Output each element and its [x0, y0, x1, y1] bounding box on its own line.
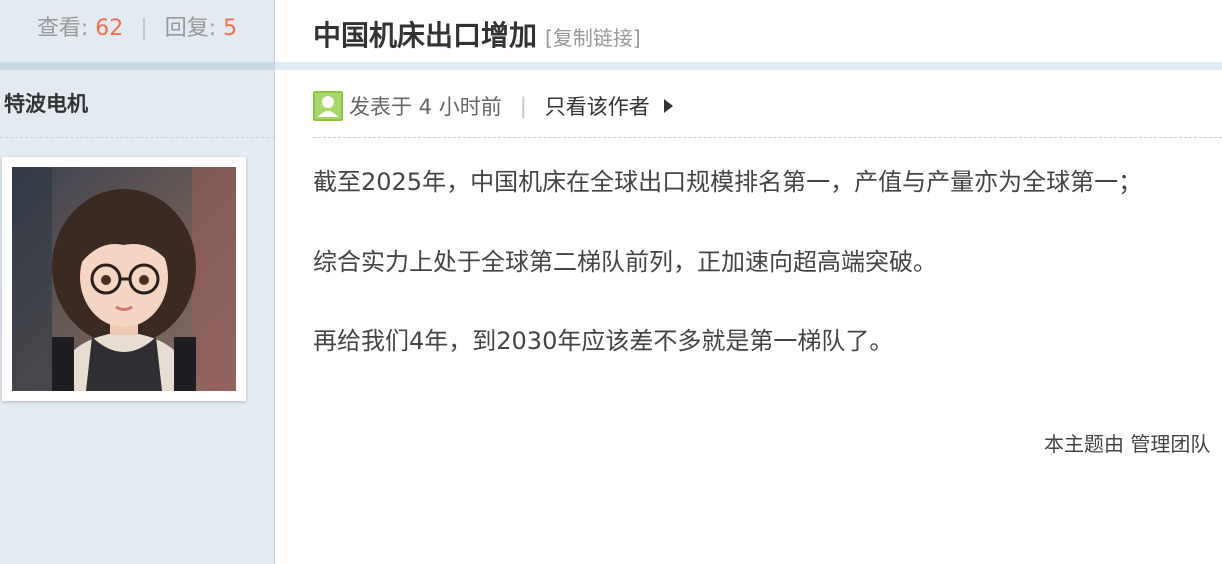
content-divider [313, 137, 1222, 138]
post-paragraph-3: 再给我们4年，到2030年应该差不多就是第一梯队了。 [313, 327, 894, 355]
avatar[interactable] [2, 157, 246, 401]
content-header-bar [275, 62, 1222, 70]
thread-title: 中国机床出口增加 [复制链接] [313, 14, 641, 54]
stats-separator: | [140, 16, 148, 41]
post-time: 发表于 4 小时前 [349, 95, 502, 119]
avatar-image [12, 167, 236, 391]
meta-separator: | [519, 94, 527, 118]
author-name[interactable]: 特波电机 [4, 88, 88, 118]
thread-stats: 查看: 62 | 回复: 5 [0, 0, 274, 62]
copy-link-button[interactable]: [复制链接] [545, 26, 641, 50]
user-icon [313, 91, 343, 121]
views-count: 62 [95, 16, 124, 41]
replies-count: 5 [223, 16, 238, 41]
triangle-right-icon[interactable] [663, 99, 673, 113]
views-label: 查看: [36, 16, 89, 41]
sidebar-header-bar [0, 62, 274, 70]
moderation-note: 本主题由 管理团队 [1044, 432, 1211, 456]
post-paragraph-2: 综合实力上处于全球第二梯队前列，正加速向超高端突破。 [313, 248, 937, 276]
replies-label: 回复: [164, 16, 217, 41]
post-meta: 发表于 4 小时前 | 只看该作者 [313, 90, 673, 122]
post-paragraph-1: 截至2025年，中国机床在全球出口规模排名第一，产值与产量亦为全球第一； [313, 168, 1143, 196]
author-divider [0, 137, 274, 138]
only-author-link[interactable]: 只看该作者 [545, 91, 650, 121]
thread-title-text: 中国机床出口增加 [313, 19, 538, 52]
